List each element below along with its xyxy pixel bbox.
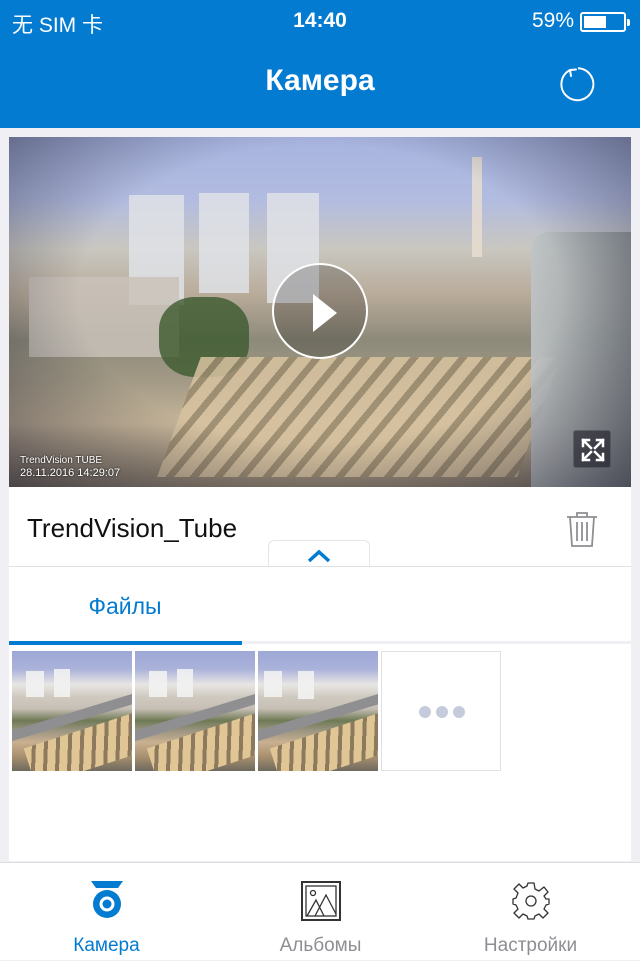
play-button[interactable] [272,263,368,359]
tabbar-item-albums[interactable]: Альбомы [254,863,387,961]
tabbar-label: Камера [73,935,140,956]
more-files-button[interactable] [381,651,501,771]
tab-files[interactable]: Файлы [9,567,241,641]
ellipsis-icon [436,706,448,718]
video-overlay: TrendVision TUBE 28.11.2016 14:29:07 [20,455,120,479]
camera-preview[interactable]: TrendVision TUBE 28.11.2016 14:29:07 [9,137,631,487]
scene-building [298,671,314,699]
refresh-icon [560,67,595,102]
status-bar: 无 SIM 卡 14:40 59% [0,0,640,40]
battery-percent: 59% [531,9,574,32]
scene-building [26,671,44,697]
picture-icon [301,881,341,921]
overlay-device-name: TrendVision TUBE [20,455,103,466]
camera-name: TrendVision_Tube [27,513,238,543]
expand-arrows-icon [581,438,605,462]
tabbar-label: Альбомы [279,935,362,956]
refresh-button[interactable] [556,64,596,104]
tabbar-label: Настройки [483,935,578,956]
scene-building [54,669,70,697]
delete-button[interactable] [564,509,600,549]
trash-icon [567,512,597,547]
tabbar-item-settings[interactable]: Настройки [464,863,597,961]
tab-bar: Камера Альбомы Настройки [0,862,640,960]
page-title: Камера [265,64,375,97]
camera-icon [91,881,123,918]
ellipsis-icon [419,706,431,718]
battery-icon [580,12,630,32]
camera-card: TrendVision TUBE 28.11.2016 14:29:07 Tre… [9,137,631,861]
scene-building [149,671,167,697]
overlay-timestamp: 28.11.2016 14:29:07 [20,467,121,479]
battery-fill [584,16,606,28]
ellipsis-icon [453,706,465,718]
app-header: 无 SIM 卡 14:40 59% Камера [0,0,640,128]
fullscreen-button[interactable] [573,430,611,468]
scene-building [264,671,282,697]
tabbar-item-camera[interactable]: Камера [40,863,173,961]
scene-building [177,669,193,697]
file-thumbnail[interactable] [135,651,255,771]
file-thumbnails [12,651,501,771]
chevron-up-icon [307,549,331,563]
gear-icon [512,882,550,920]
file-thumbnail[interactable] [12,651,132,771]
file-thumbnail[interactable] [258,651,378,771]
tab-active-indicator [9,641,242,645]
collapse-toggle[interactable] [268,540,370,566]
